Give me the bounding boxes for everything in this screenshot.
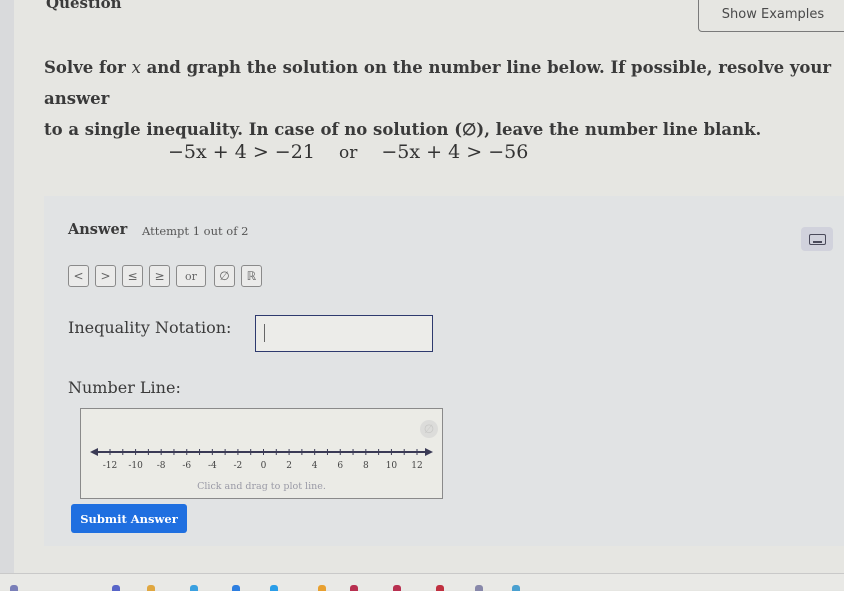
inequality-notation-label: Inequality Notation: — [68, 318, 232, 337]
taskbar-app-icon[interactable] — [512, 585, 520, 591]
number-line-tick-label: -4 — [208, 461, 217, 471]
number-line-label: Number Line: — [68, 378, 181, 397]
inequality-notation-input[interactable] — [255, 315, 433, 352]
taskbar — [0, 573, 844, 590]
taskbar-app-icon[interactable] — [436, 585, 444, 591]
taskbar-app-icon[interactable] — [475, 585, 483, 591]
inequality-joiner: or — [338, 143, 358, 163]
clear-number-line-button[interactable]: ∅ — [420, 420, 438, 438]
number-line[interactable]: -12 -10 -8 -6 -4 -2 0 2 4 6 8 10 12 — [80, 440, 443, 480]
taskbar-app-icon[interactable] — [112, 585, 120, 591]
number-line-tick-label: 2 — [286, 461, 292, 471]
right-arrow-icon — [425, 448, 433, 456]
keyboard-toggle-button[interactable] — [801, 227, 833, 251]
show-examples-button[interactable]: Show Examples — [698, 0, 844, 32]
number-line-tick-label: 0 — [261, 461, 267, 471]
instructions-text-b: and graph the solution on the number lin… — [44, 58, 832, 108]
attempt-counter: Attempt 1 out of 2 — [142, 224, 249, 238]
number-line-tick-label: 6 — [337, 461, 343, 471]
taskbar-app-icon[interactable] — [318, 585, 326, 591]
real-numbers-button[interactable]: ℝ — [241, 265, 262, 287]
taskbar-app-icon[interactable] — [393, 585, 401, 591]
number-line-hint: Click and drag to plot line. — [197, 481, 326, 492]
taskbar-app-icon[interactable] — [190, 585, 198, 591]
answer-heading: Answer — [68, 221, 128, 238]
keyboard-icon — [808, 233, 826, 245]
empty-set-button[interactable]: ∅ — [214, 265, 235, 287]
number-line-tick-label: 4 — [312, 461, 318, 471]
inequality-left: −5x + 4 > −21 — [168, 141, 315, 163]
variable-x: x — [131, 58, 141, 77]
empty-set-icon: ∅ — [423, 422, 435, 436]
taskbar-app-icon[interactable] — [232, 585, 240, 591]
question-instructions: Solve for x and graph the solution on th… — [44, 52, 834, 145]
number-line-axis — [90, 448, 433, 456]
or-button[interactable]: or — [176, 265, 206, 287]
number-line-tick-label: 10 — [386, 461, 398, 471]
taskbar-app-icon[interactable] — [10, 585, 18, 591]
left-edge-strip — [0, 0, 14, 589]
taskbar-app-icon[interactable] — [350, 585, 358, 591]
number-line-tick-label: 8 — [363, 461, 369, 471]
inequality-right: −5x + 4 > −56 — [381, 141, 529, 163]
number-line-tick-label: -10 — [128, 461, 143, 471]
text-cursor — [264, 324, 265, 342]
number-line-tick-label: -6 — [182, 461, 191, 471]
less-equal-button[interactable]: ≤ — [122, 265, 143, 287]
instructions-text-a: Solve for — [44, 58, 132, 77]
compound-inequality: −5x + 4 > −21 or −5x + 4 > −56 — [168, 141, 528, 163]
taskbar-app-icon[interactable] — [270, 585, 278, 591]
number-line-tick-label: -2 — [234, 461, 243, 471]
greater-equal-button[interactable]: ≥ — [149, 265, 170, 287]
instructions-line-2: to a single inequality. In case of no so… — [44, 120, 762, 139]
question-heading: Question — [46, 0, 122, 12]
symbol-toolbar: < > ≤ ≥ or ∅ ℝ — [68, 265, 262, 287]
taskbar-app-icon[interactable] — [147, 585, 155, 591]
number-line-tick-labels: -12 -10 -8 -6 -4 -2 0 2 4 6 8 10 12 — [103, 461, 423, 471]
less-than-button[interactable]: < — [68, 265, 89, 287]
submit-answer-button[interactable]: Submit Answer — [71, 504, 187, 533]
number-line-tick-label: -8 — [157, 461, 166, 471]
number-line-tick-label: 12 — [411, 461, 422, 471]
greater-than-button[interactable]: > — [95, 265, 116, 287]
number-line-tick-label: -12 — [103, 461, 118, 471]
